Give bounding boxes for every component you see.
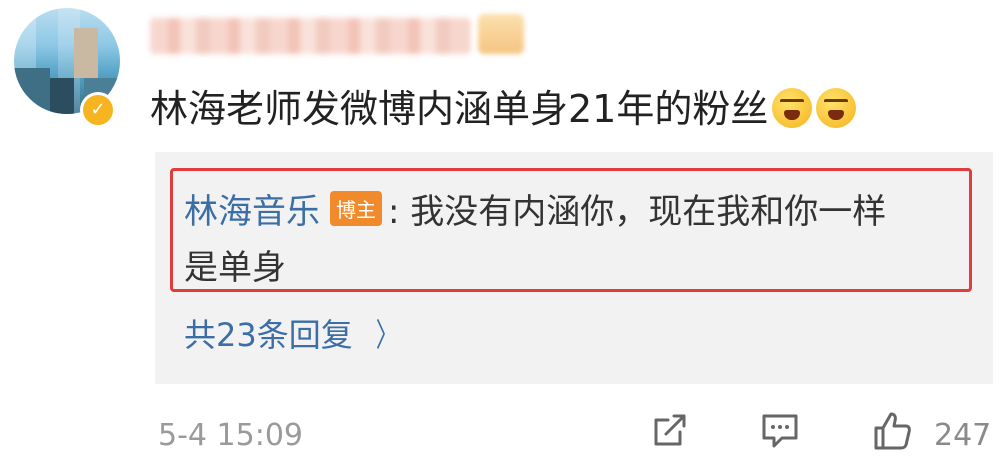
comment-icon[interactable] (758, 408, 802, 452)
thumbs-up-icon[interactable] (870, 408, 914, 452)
member-badge-icon (478, 14, 524, 54)
username[interactable] (150, 18, 470, 54)
replies-count-label: 共23条回复 (184, 316, 353, 354)
reply-second-line: 是单身 (184, 248, 286, 288)
angry-face-emoji-icon (816, 88, 857, 128)
reply-author-link[interactable]: 林海音乐 (184, 192, 320, 232)
chevron-right-icon: 〉 (375, 316, 398, 354)
blogger-tag: 博主 (330, 191, 382, 226)
comment-text: 林海老师发微博内涵单身21年的粉丝 (150, 78, 857, 133)
comment-timestamp: 5-4 15:09 (158, 418, 303, 453)
like-count: 247 (934, 418, 992, 453)
reply-text: : 我没有内涵你，现在我和你一样 (388, 192, 887, 232)
reply-first-line: 林海音乐 博主: 我没有内涵你，现在我和你一样 (184, 184, 886, 233)
comment-body: 林海老师发微博内涵单身21年的粉丝 (150, 87, 769, 131)
angry-face-emoji-icon (772, 88, 813, 128)
view-all-replies-link[interactable]: 共23条回复〉 (184, 310, 403, 356)
verified-badge-icon: ✓ (80, 92, 116, 128)
share-icon[interactable] (648, 408, 692, 452)
